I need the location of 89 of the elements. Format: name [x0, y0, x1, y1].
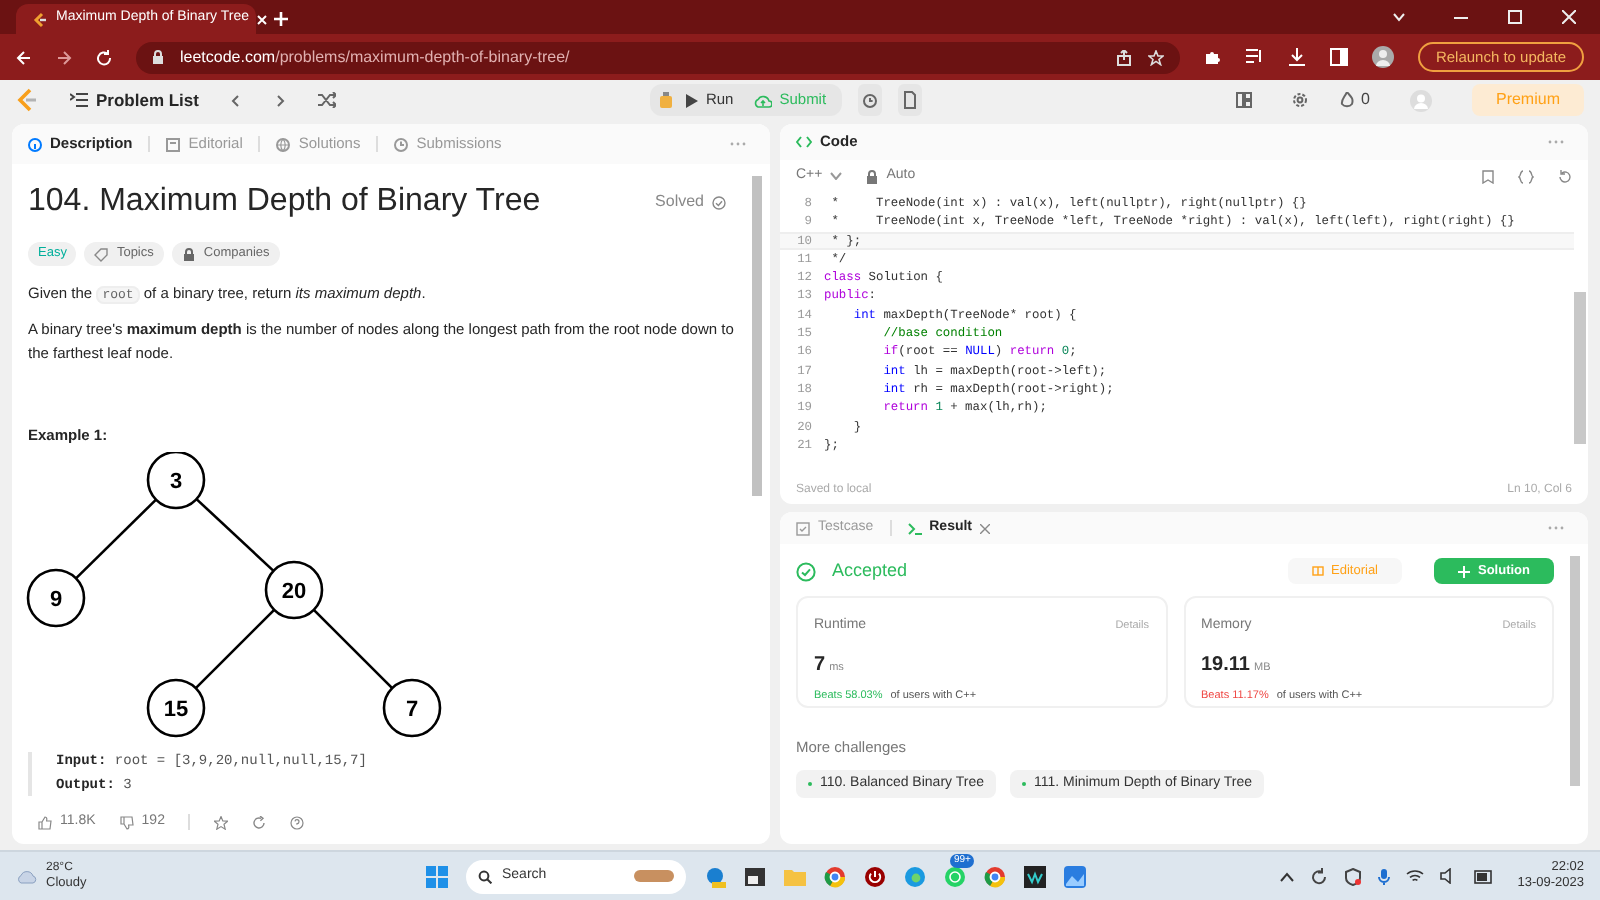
- search-icon: [478, 869, 492, 883]
- streak-counter[interactable]: 0: [1339, 88, 1370, 112]
- chevron-up-icon[interactable]: [1279, 871, 1294, 881]
- tree-node: 7: [382, 678, 442, 738]
- chevron-down-icon: [830, 172, 843, 180]
- waveform-app-icon[interactable]: [1024, 865, 1046, 887]
- lock-icon: [181, 247, 196, 261]
- sync-icon[interactable]: [1309, 867, 1328, 885]
- check-circle-icon: [712, 195, 726, 209]
- site-icon: [32, 11, 48, 27]
- lock-icon: [152, 50, 164, 64]
- layout-icon[interactable]: [1235, 92, 1252, 108]
- tree-node: 3: [146, 452, 206, 510]
- timer-icon[interactable]: [858, 84, 883, 116]
- globe-icon: [276, 137, 291, 151]
- thumbs-down-icon: [119, 815, 134, 829]
- document-icon: [166, 137, 181, 151]
- thumbs-up-icon: [38, 815, 52, 829]
- bookmark-icon[interactable]: [1482, 169, 1494, 183]
- avatar-icon[interactable]: [1371, 46, 1394, 68]
- playlist-icon[interactable]: [1245, 48, 1264, 66]
- browser-icon[interactable]: [984, 865, 1006, 887]
- address-bar[interactable]: leetcode.com/problems/maximum-depth-of-binary-tree/: [136, 41, 1180, 73]
- puzzle-icon[interactable]: [1203, 48, 1222, 66]
- braces-icon[interactable]: [1518, 169, 1534, 183]
- info-icon: [28, 137, 42, 151]
- tree-edge: [312, 608, 394, 690]
- power-app-icon[interactable]: [864, 865, 886, 887]
- chevron-down-icon[interactable]: [1392, 12, 1406, 22]
- lock-icon: [866, 169, 879, 183]
- book-icon: [1311, 566, 1324, 577]
- sidebar-icon[interactable]: [1329, 48, 1348, 66]
- microphone-icon[interactable]: [1377, 867, 1390, 885]
- download-icon[interactable]: [1287, 48, 1306, 66]
- new-tab-icon[interactable]: [272, 10, 290, 28]
- plus-icon: [1458, 565, 1470, 578]
- problem-list-link[interactable]: Problem List: [70, 87, 199, 113]
- flame-icon: [1339, 92, 1354, 108]
- close-icon: [980, 523, 991, 533]
- scrollbar-thumb[interactable]: [752, 176, 762, 496]
- tree-edge: [195, 498, 275, 572]
- close-icon[interactable]: [1562, 10, 1576, 24]
- close-icon: [256, 13, 269, 25]
- maximize-icon[interactable]: [1508, 10, 1522, 24]
- browser-icon[interactable]: [824, 865, 846, 887]
- share-icon[interactable]: [1115, 49, 1132, 65]
- tree-node: 15: [146, 678, 206, 738]
- reset-icon[interactable]: [1558, 169, 1572, 183]
- tree-edge: [75, 498, 157, 580]
- play-icon: [685, 93, 698, 107]
- app-icon[interactable]: [704, 865, 726, 887]
- forward-icon[interactable]: [56, 49, 72, 65]
- code-icon: [796, 136, 812, 148]
- tree-edge: [194, 608, 276, 690]
- chat-icon[interactable]: [944, 865, 966, 887]
- shuffle-icon[interactable]: [318, 92, 337, 108]
- terminal-icon: [907, 521, 922, 535]
- terminal-icon[interactable]: [744, 865, 766, 887]
- start-icon[interactable]: [426, 865, 448, 887]
- logo-icon: [16, 88, 38, 112]
- star-icon[interactable]: [214, 815, 229, 829]
- back-icon[interactable]: [16, 49, 32, 65]
- stat-value: 19.11: [1201, 652, 1250, 680]
- solved-status: Solved: [655, 190, 704, 214]
- scrollbar-thumb[interactable]: [1574, 292, 1586, 444]
- cloud-upload-icon: [753, 93, 772, 107]
- clock-icon: [394, 137, 409, 151]
- battery-icon[interactable]: [1473, 869, 1494, 883]
- stat-value: 7: [814, 652, 826, 680]
- wifi-icon[interactable]: [1405, 868, 1424, 884]
- tree-node: 20: [264, 560, 324, 620]
- verdict-label: Accepted: [832, 558, 908, 584]
- notes-icon[interactable]: [898, 84, 923, 116]
- checkbox-icon: [796, 521, 810, 535]
- chevron-left-icon[interactable]: [230, 93, 243, 107]
- debug-icon[interactable]: [657, 92, 674, 108]
- photo-app-icon[interactable]: [1064, 865, 1086, 887]
- tree-node: 9: [26, 568, 86, 628]
- list-icon: [70, 92, 88, 108]
- reload-icon[interactable]: [96, 49, 112, 65]
- tag-icon: [94, 247, 109, 261]
- problem-title: 104. Maximum Depth of Binary Tree: [28, 182, 543, 222]
- chevron-right-icon[interactable]: [274, 93, 287, 107]
- settings-icon[interactable]: [1291, 92, 1308, 108]
- scrollbar-thumb[interactable]: [1570, 556, 1580, 786]
- shield-icon[interactable]: [1343, 867, 1362, 885]
- help-icon[interactable]: [290, 815, 305, 829]
- check-circle-icon: [796, 561, 816, 582]
- url-text: leetcode.com/problems/maximum-depth-of-binary-tree/: [180, 45, 572, 69]
